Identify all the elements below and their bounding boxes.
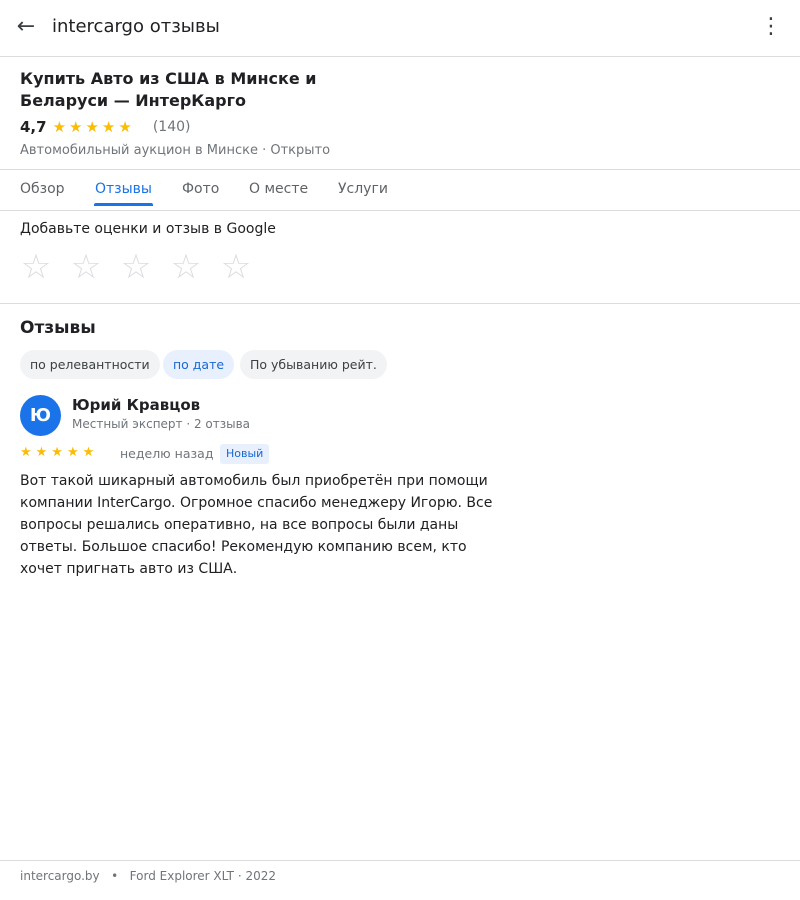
tab-about[interactable]: О месте (249, 170, 308, 210)
footer-site-link[interactable]: intercargo.by (20, 869, 100, 883)
rating-stars-icon: ★★★★★ (52, 118, 135, 136)
review-stars-icon: ★★★★★ (20, 445, 99, 460)
place-tabs: Обзор Отзывы Фото О месте Услуги (0, 169, 800, 211)
new-review-badge: Новый (220, 444, 270, 464)
rating-row: 4,7 ★★★★★ (140) (20, 116, 780, 138)
avatar[interactable]: Ю (20, 395, 61, 436)
back-arrow-icon[interactable]: ← (14, 14, 38, 40)
sort-chip-relevance[interactable]: по релевантности (20, 350, 160, 379)
tab-reviews[interactable]: Отзывы (94, 170, 153, 210)
separator-dot: • (111, 869, 119, 883)
sort-chip-date[interactable]: по дате (163, 350, 235, 379)
tab-photos[interactable]: Фото (182, 170, 219, 210)
rate-star-5-icon[interactable]: ☆ (219, 249, 253, 285)
place-header: Купить Авто из США в Минске и Беларуси —… (20, 68, 780, 160)
reviews-heading: Отзывы (20, 318, 96, 338)
review-time: неделю назад (120, 446, 214, 461)
rate-star-3-icon[interactable]: ☆ (119, 249, 153, 285)
review-count[interactable]: (140) (153, 119, 191, 135)
review-author-name[interactable]: Юрий Кравцов (72, 396, 200, 414)
top-app-bar: ← intercargo отзывы ⋮ (0, 0, 800, 57)
sort-chip-rating-desc[interactable]: По убыванию рейт. (240, 350, 387, 379)
search-query-title[interactable]: intercargo отзывы (52, 16, 220, 38)
image-source-footer: intercargo.by • Ford Explorer XLT · 2022 (0, 860, 800, 900)
place-title: Купить Авто из США в Минске и Беларуси —… (20, 69, 317, 110)
rate-star-2-icon[interactable]: ☆ (69, 249, 103, 285)
add-review-prompt: Добавьте оценки и отзыв в Google (20, 221, 276, 237)
review-author-meta: Местный эксперт · 2 отзыва (72, 417, 251, 431)
footer-separator: • (103, 869, 125, 883)
rate-star-4-icon[interactable]: ☆ (169, 249, 203, 285)
footer-image-caption: Ford Explorer XLT · 2022 (129, 869, 276, 883)
more-options-icon[interactable]: ⋮ (760, 14, 782, 40)
place-category-status: Автомобильный аукцион в Минске · Открыто (20, 143, 331, 158)
review-text: Вот такой шикарный автомобиль был приобр… (20, 473, 493, 577)
rating-value: 4,7 (20, 118, 47, 136)
rate-star-1-icon[interactable]: ☆ (19, 249, 53, 285)
tab-overview[interactable]: Обзор (20, 170, 65, 210)
footer-caption: intercargo.by • Ford Explorer XLT · 2022 (20, 869, 276, 883)
tab-services[interactable]: Услуги (338, 170, 388, 210)
add-rating-section: Добавьте оценки и отзыв в Google ☆ ☆ ☆ ☆… (0, 211, 800, 304)
